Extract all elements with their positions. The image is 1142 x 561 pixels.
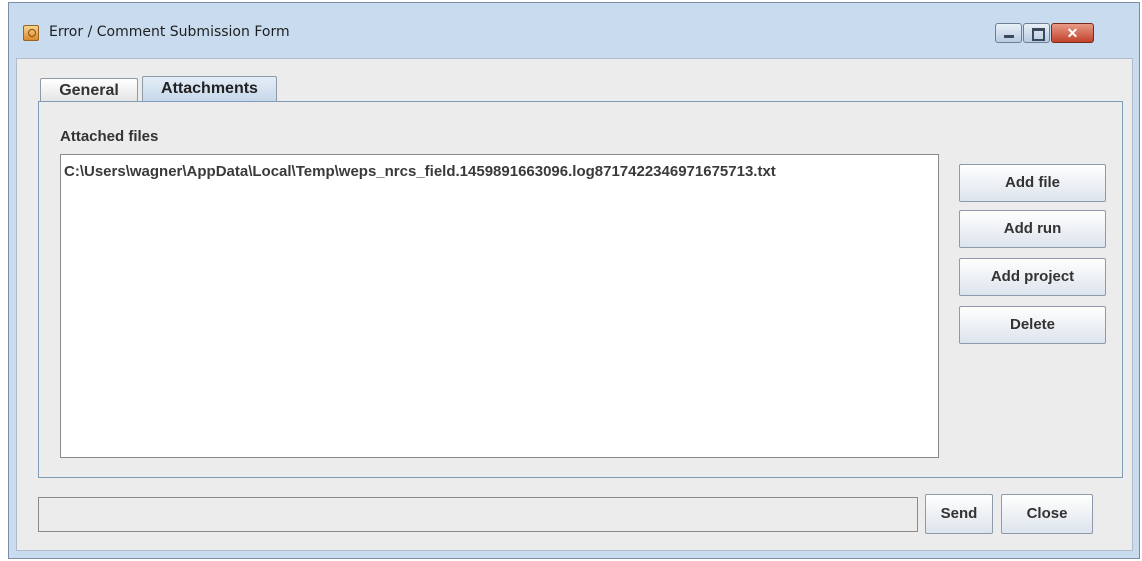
maximize-icon: [1032, 28, 1045, 41]
tab-attachments[interactable]: Attachments: [142, 76, 277, 102]
attachments-panel: Attached files C:\Users\wagner\AppData\L…: [38, 101, 1123, 478]
minimize-icon: [1004, 35, 1014, 38]
attached-file-item[interactable]: C:\Users\wagner\AppData\Local\Temp\weps_…: [64, 163, 776, 180]
send-button[interactable]: Send: [925, 494, 993, 534]
java-app-icon: [23, 25, 39, 41]
form-content: General Attachments Attached files C:\Us…: [16, 58, 1133, 551]
tab-general[interactable]: General: [40, 78, 138, 102]
close-icon: ✕: [1066, 25, 1079, 41]
add-run-button[interactable]: Add run: [959, 210, 1106, 248]
window-title: Error / Comment Submission Form: [49, 24, 290, 40]
add-file-button[interactable]: Add file: [959, 164, 1106, 202]
add-project-button[interactable]: Add project: [959, 258, 1106, 296]
application-window: Error / Comment Submission Form ✕ Genera…: [8, 2, 1140, 559]
attached-files-list[interactable]: C:\Users\wagner\AppData\Local\Temp\weps_…: [60, 154, 939, 458]
delete-button[interactable]: Delete: [959, 306, 1106, 344]
minimize-button[interactable]: [995, 23, 1022, 43]
status-message-field[interactable]: [38, 497, 918, 532]
title-bar[interactable]: Error / Comment Submission Form ✕: [9, 3, 1139, 57]
maximize-button[interactable]: [1023, 23, 1050, 43]
attached-files-label: Attached files: [60, 128, 159, 145]
close-button[interactable]: Close: [1001, 494, 1093, 534]
window-close-button[interactable]: ✕: [1051, 23, 1094, 43]
